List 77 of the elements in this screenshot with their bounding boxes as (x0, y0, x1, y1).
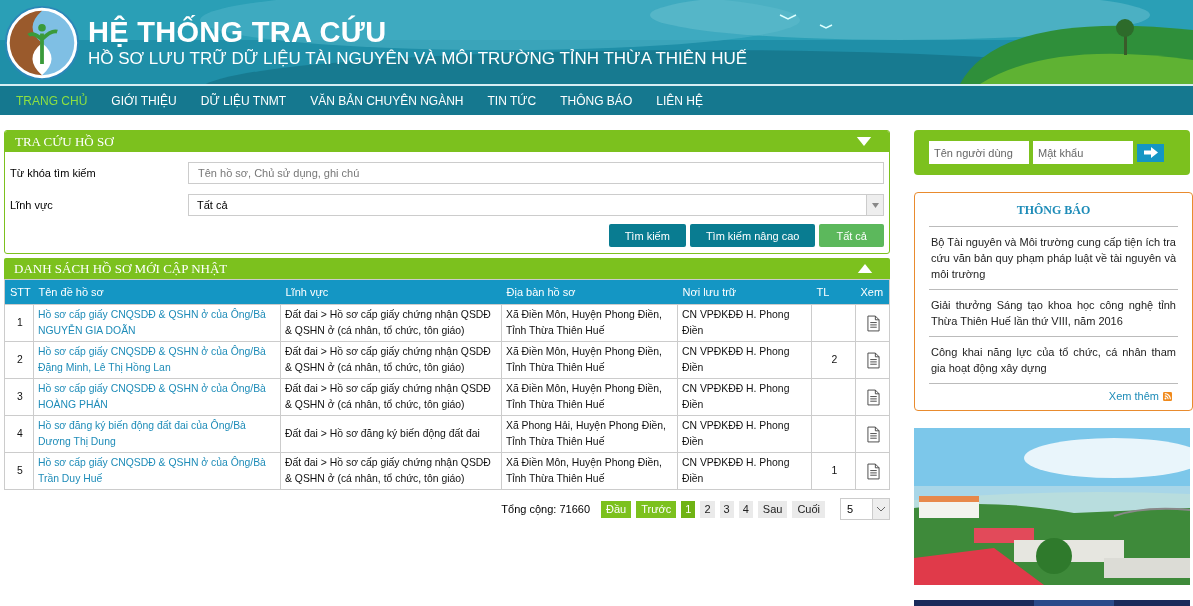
notice-title: THÔNG BÁO (929, 193, 1178, 227)
page-button[interactable]: 4 (738, 500, 753, 518)
category-dropdown[interactable]: Tất cả (188, 194, 884, 216)
page-button[interactable]: 1 (681, 500, 696, 518)
nav-link[interactable]: LIÊN HỆ (656, 93, 703, 108)
document-icon[interactable] (867, 351, 880, 369)
login-button[interactable] (1137, 143, 1164, 162)
table-cell: Xã Điền Môn, Huyện Phong Điền, Tỉnh Thừa Thiên Huế (501, 378, 678, 416)
category-label: Lĩnh vực (10, 199, 54, 211)
table-cell: Xã Điền Môn, Huyện Phong Điền, Tỉnh Thừa Thiên Huế (501, 304, 678, 342)
search-button[interactable]: Tìm kiếm nâng cao (689, 224, 816, 247)
keyword-label: Từ khóa tìm kiếm (10, 167, 97, 179)
site-subtitle: HỒ SƠ LƯU TRỮ DỮ LIỆU TÀI NGUYÊN VÀ MÔI TRƯỜNG TỈNH THỪA THIÊN HUẾ (88, 48, 748, 70)
pager-button[interactable]: Sau (757, 500, 788, 518)
record-link[interactable]: Hồ sơ cấp giấy CNQSDĐ & QSHN ở của Ông/Bà NGUYỄN GIA DOÃN (33, 304, 281, 342)
pager-button[interactable]: Cuối (792, 500, 825, 518)
record-link[interactable]: Hồ sơ cấp giấy CNQSDĐ & QSHN ở của Ông/Bà Trần Duy Huế (33, 452, 281, 490)
panel-title: TRA CỨU HỒ SƠ (15, 133, 114, 150)
table-cell: 5 (4, 452, 34, 490)
column-header: Lĩnh vực (280, 279, 502, 305)
column-header: TL (811, 279, 856, 305)
nav-link[interactable]: THÔNG BÁO (560, 93, 633, 108)
table-cell: 2 (4, 341, 34, 379)
document-icon[interactable] (867, 462, 880, 480)
column-header: Địa bàn hồ sơ (501, 279, 678, 305)
panel-title: DANH SÁCH HỒ SƠ MỚI CẬP NHẬT (14, 260, 228, 277)
notice-link[interactable]: Công khai năng lực của tổ chức, cá nhân tham gia hoạt động xây dựng (929, 337, 1178, 384)
record-link[interactable]: Hồ sơ đăng ký biến động đất đai của Ông/Bà Dương Thị Dung (33, 415, 281, 453)
column-header: Nơi lưu trữ (677, 279, 812, 305)
nav-link[interactable]: TRANG CHỦ (16, 93, 88, 108)
table-cell: Xã Điền Môn, Huyện Phong Điền, Tỉnh Thừa Thiên Huế (501, 341, 678, 379)
table-cell: 1 (811, 452, 856, 490)
nav-link[interactable]: TIN TỨC (487, 93, 537, 108)
table-cell: CN VPĐKĐĐ H. Phong Điền (677, 378, 812, 416)
table-cell: CN VPĐKĐĐ H. Phong Điền (677, 415, 812, 453)
record-link[interactable]: Hồ sơ cấp giấy CNQSDĐ & QSHN ở của Ông/Bà Đặng Minh, Lê Thị Hồng Lan (33, 341, 281, 379)
site-title: HỆ THỐNG TRA CỨU (88, 16, 388, 48)
notice-link[interactable]: Bộ Tài nguyên và Môi trường cung cấp tiện ích tra cứu văn bản quy phạm pháp luật về tài nguyên và môi trường (929, 227, 1178, 290)
username-field[interactable]: Tên người dùng (929, 141, 1029, 164)
nav-link[interactable]: GIỚI THIỆU (111, 93, 177, 108)
record-link[interactable]: Hồ sơ cấp giấy CNQSDĐ & QSHN ở của Ông/Bà HOÀNG PHÁN (33, 378, 281, 416)
table-cell: Đất đai > Hồ sơ cấp giấy chứng nhận QSDĐ & QSHN ở (cá nhân, tổ chức, tôn giáo) (280, 341, 502, 379)
document-icon[interactable] (867, 314, 880, 332)
keyword-field[interactable]: Tên hồ sơ, Chủ sử dụng, ghi chú (188, 162, 884, 184)
table-cell: CN VPĐKĐĐ H. Phong Điền (677, 341, 812, 379)
document-icon[interactable] (867, 388, 880, 406)
notice-link[interactable]: Giải thưởng Sáng tạo khoa học công nghệ tỉnh Thừa Thiên Huế lần thứ VIII, năm 2016 (929, 290, 1178, 337)
logo-icon (4, 5, 80, 81)
table-cell: CN VPĐKĐĐ H. Phong Điền (677, 452, 812, 490)
table-cell: Đất đai > Hồ sơ cấp giấy chứng nhận QSDĐ & QSHN ở (cá nhân, tổ chức, tôn giáo) (280, 304, 502, 342)
table-cell: Xã Điền Môn, Huyện Phong Điền, Tỉnh Thừa Thiên Huế (501, 452, 678, 490)
nav-link[interactable]: DỮ LIỆU TNMT (200, 93, 287, 108)
table-cell: Đất đai > Hồ sơ đăng ký biến động đất đai (280, 415, 502, 453)
table-cell: Xã Phong Hải, Huyện Phong Điền, Tỉnh Thừa Thiên Huế (501, 415, 678, 453)
arrow-right-icon (1143, 147, 1158, 158)
see-more-link[interactable]: Xem thêm (1108, 390, 1159, 402)
document-icon[interactable] (867, 425, 880, 443)
nav-link[interactable]: VĂN BẢN CHUYÊN NGÀNH (310, 93, 464, 108)
page-size-dropdown[interactable]: 5 (840, 498, 890, 520)
page-button[interactable]: 3 (719, 500, 734, 518)
password-field[interactable]: Mật khẩu (1033, 141, 1133, 164)
table-cell: Đất đai > Hồ sơ cấp giấy chứng nhận QSDĐ & QSHN ở (cá nhân, tổ chức, tôn giáo) (280, 378, 502, 416)
rss-icon (1163, 391, 1172, 401)
dropdown-arrow-icon (871, 202, 879, 208)
table-cell: CN VPĐKĐĐ H. Phong Điền (677, 304, 812, 342)
table-cell: 3 (4, 378, 34, 416)
table-cell: 2 (811, 341, 856, 379)
column-header: Xem (855, 279, 890, 305)
column-header: Tên đề hồ sơ (33, 279, 281, 305)
column-header: STT (4, 279, 34, 305)
chevron-down-icon (876, 506, 886, 512)
total-count: Tổng cộng: 71660 (501, 503, 591, 515)
table-cell: Đất đai > Hồ sơ cấp giấy chứng nhận QSDĐ & QSHN ở (cá nhân, tổ chức, tôn giáo) (280, 452, 502, 490)
search-button[interactable]: Tìm kiếm (608, 224, 686, 247)
page-button[interactable]: 2 (700, 500, 715, 518)
table-cell: 4 (4, 415, 34, 453)
table-cell: 1 (4, 304, 34, 342)
